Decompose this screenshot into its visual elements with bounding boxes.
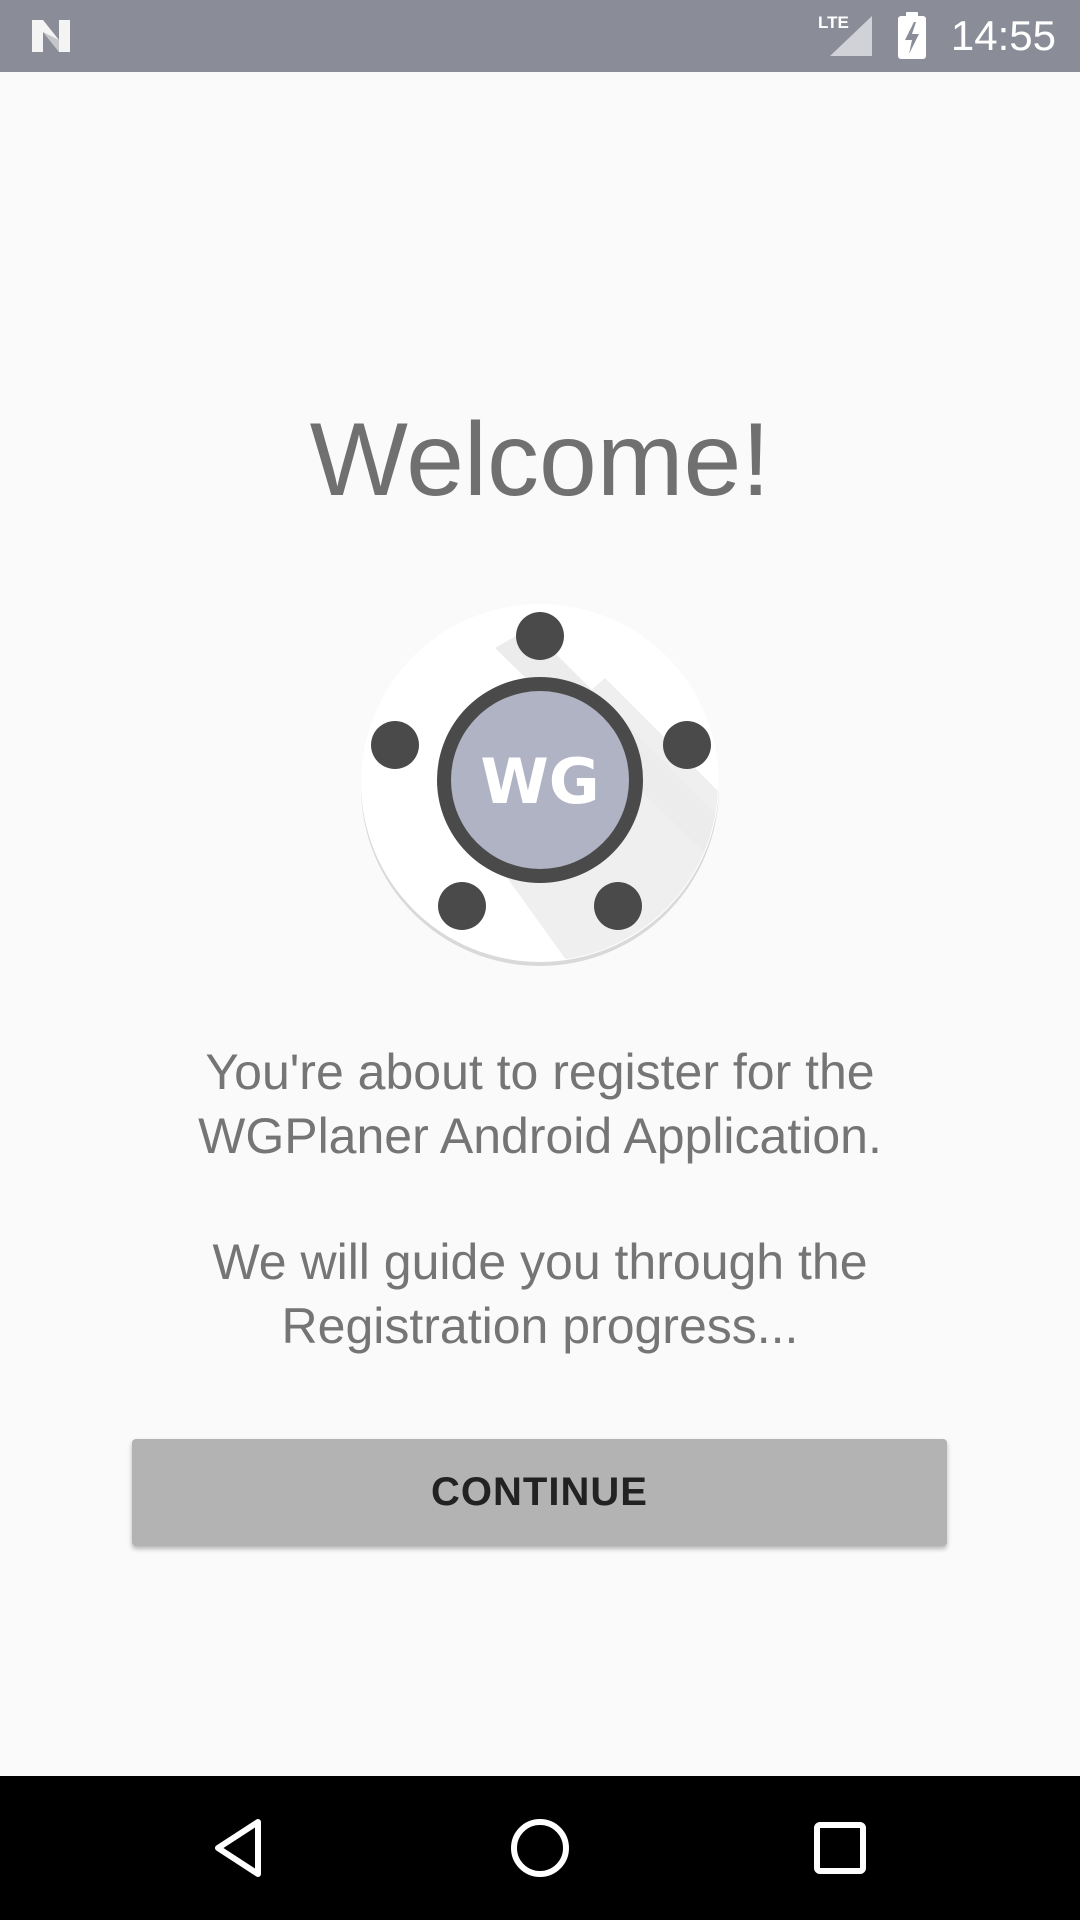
status-time: 14:55: [950, 12, 1056, 59]
recents-icon[interactable]: [798, 1806, 882, 1890]
network-type-label: LTE: [818, 13, 849, 32]
navigation-bar: [0, 1776, 1080, 1920]
wgplaner-logo: WG: [361, 604, 719, 966]
intro-paragraph-register: You're about to register for the WGPlane…: [198, 1044, 882, 1164]
intro-text: You're about to register for the WGPlane…: [120, 1040, 960, 1358]
intro-paragraph-guide: We will guide you through the Registrati…: [212, 1234, 868, 1354]
lte-signal-icon: LTE: [818, 13, 872, 56]
battery-charging-icon: [898, 12, 926, 59]
android-n-icon: [32, 20, 70, 52]
logo-text: WG: [480, 745, 599, 818]
page-title: Welcome!: [309, 402, 771, 518]
back-icon[interactable]: [198, 1806, 282, 1890]
home-icon[interactable]: [498, 1806, 582, 1890]
status-bar: LTE 14:55: [0, 0, 1080, 72]
continue-button[interactable]: CONTINUE: [132, 1439, 947, 1546]
